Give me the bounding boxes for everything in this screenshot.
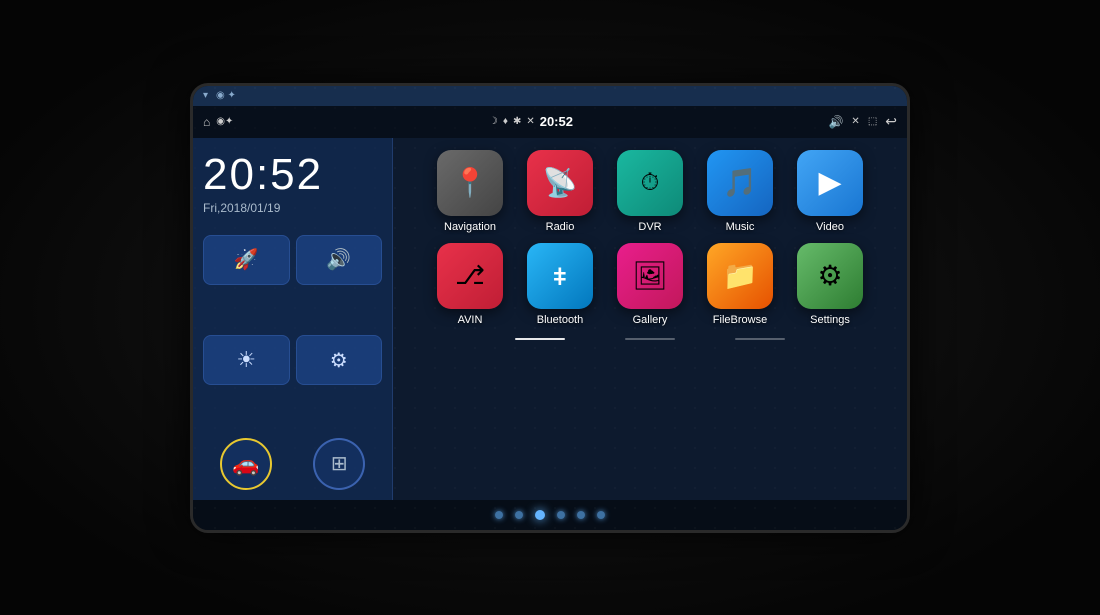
indicator-dot-1 <box>495 511 503 519</box>
app-radio[interactable]: 📡 Radio <box>520 150 600 233</box>
app-dvr[interactable]: ⏱ DVR <box>610 150 690 233</box>
dvr-icon-bg: ⏱ <box>617 150 683 216</box>
app-avin[interactable]: ⎇ AVIN <box>430 243 510 326</box>
filebrowse-icon-bg: 📁 <box>707 243 773 309</box>
rocket-icon: 🚀 <box>234 247 259 272</box>
apps-row-1: 📍 Navigation 📡 Radio ⏱ <box>403 150 897 233</box>
chevron-down-icon: ▾ <box>203 90 208 101</box>
moon-icon: ☽ <box>489 116 498 127</box>
app-gallery[interactable]: 🖼 Gallery <box>610 243 690 326</box>
status-time: 20:52 <box>540 114 573 129</box>
app-bluetooth[interactable]: ⧧ Bluetooth <box>520 243 600 326</box>
clock-date: Fri,2018/01/19 <box>203 201 382 215</box>
sun-icon: ☀ <box>236 347 256 373</box>
video-play-icon: ▶ <box>818 165 841 200</box>
settings-icon-bg: ⚙ <box>797 243 863 309</box>
equalizer-icon: ⚙ <box>330 348 348 373</box>
app-navigation[interactable]: 📍 Navigation <box>430 150 510 233</box>
app-video[interactable]: ▶ Video <box>790 150 870 233</box>
indicator-dot-2 <box>515 511 523 519</box>
app-music[interactable]: 🎵 Music <box>700 150 780 233</box>
screen: ▾ ◉ ✦ ⌂ ◉✦ ☽ ♦ ✱ ✕ 20:52 🔊 ✕ <box>193 86 907 530</box>
app-settings[interactable]: ⚙ Settings <box>790 243 870 326</box>
status-notif-icons: ◉ ✦ <box>216 90 236 101</box>
screen-bezel: ▾ ◉ ✦ ⌂ ◉✦ ☽ ♦ ✱ ✕ 20:52 🔊 ✕ <box>190 83 910 533</box>
notification-bar[interactable]: ▾ ◉ ✦ <box>193 86 907 106</box>
apps-button[interactable]: ⊞ <box>313 438 365 490</box>
status-bar: ⌂ ◉✦ ☽ ♦ ✱ ✕ 20:52 🔊 ✕ ⬚ ↩ <box>193 106 907 138</box>
navigation-label: Navigation <box>444 221 496 233</box>
volume-icon[interactable]: 🔊 <box>828 115 843 129</box>
radio-icon-bg: 📡 <box>527 150 593 216</box>
main-content: 20:52 Fri,2018/01/19 🚀 🔊 ☀ <box>193 138 907 500</box>
indicator-strip <box>193 500 907 530</box>
filebrowse-label: FileBrowse <box>713 314 767 326</box>
dvr-label: DVR <box>638 221 661 233</box>
video-icon-bg: ▶ <box>797 150 863 216</box>
signal-icon: ✕ <box>526 116 534 127</box>
page-dot-inactive-2 <box>735 338 785 340</box>
radio-icon: 📡 <box>543 166 578 199</box>
indicator-dot-6 <box>597 511 605 519</box>
bluetooth-status-icon: ✱ <box>513 116 521 127</box>
rocket-button[interactable]: 🚀 <box>203 235 290 285</box>
music-icon: 🎵 <box>723 166 758 199</box>
settings-label: Settings <box>810 314 850 326</box>
dvr-icon: ⏱ <box>641 169 660 197</box>
right-panel: 📍 Navigation 📡 Radio ⏱ <box>393 138 907 500</box>
status-dot-icon: ◉✦ <box>216 116 233 127</box>
navigation-icon-bg: 📍 <box>437 150 503 216</box>
music-label: Music <box>726 221 755 233</box>
page-dot-inactive <box>625 338 675 340</box>
apps-row-2: ⎇ AVIN ⧧ Bluetooth 🖼 <box>403 243 897 326</box>
navigation-icon: 📍 <box>453 166 488 199</box>
status-left: ⌂ ◉✦ <box>203 115 233 129</box>
bluetooth-label: Bluetooth <box>537 314 583 326</box>
gallery-label: Gallery <box>633 314 668 326</box>
location-icon: ♦ <box>503 116 508 127</box>
video-label: Video <box>816 221 844 233</box>
home-icon[interactable]: ⌂ <box>203 115 210 129</box>
left-panel: 20:52 Fri,2018/01/19 🚀 🔊 ☀ <box>193 138 393 500</box>
equalizer-button[interactable]: ⚙ <box>296 335 383 385</box>
gear-icon: ⚙ <box>817 259 842 292</box>
controls-grid: 🚀 🔊 ☀ ⚙ <box>203 235 382 430</box>
gallery-icon-bg: 🖼 <box>617 243 683 309</box>
car-icon: 🚗 <box>232 451 259 477</box>
gallery-icon: 🖼 <box>632 259 668 292</box>
bluetooth-icon: ⧧ <box>553 260 566 292</box>
grid-icon: ⊞ <box>331 451 348 476</box>
clock-time: 20:52 <box>203 153 382 197</box>
radio-label: Radio <box>546 221 575 233</box>
folder-icon: 📁 <box>723 259 758 292</box>
bottom-controls: 🚗 ⊞ <box>203 438 382 490</box>
brightness-button[interactable]: ☀ <box>203 335 290 385</box>
app-filebrowse[interactable]: 📁 FileBrowse <box>700 243 780 326</box>
bluetooth-icon-bg: ⧧ <box>527 243 593 309</box>
avin-icon-bg: ⎇ <box>437 243 503 309</box>
volume-button[interactable]: 🔊 <box>296 235 383 285</box>
speaker-icon: 🔊 <box>326 247 351 272</box>
indicator-dot-3 <box>535 510 545 520</box>
car-surround: ▾ ◉ ✦ ⌂ ◉✦ ☽ ♦ ✱ ✕ 20:52 🔊 ✕ <box>0 0 1100 615</box>
indicator-dot-4 <box>557 511 565 519</box>
status-center: ☽ ♦ ✱ ✕ 20:52 <box>489 114 573 129</box>
avin-label: AVIN <box>458 314 483 326</box>
back-icon[interactable]: ↩ <box>885 113 897 130</box>
avin-icon: ⎇ <box>455 260 485 291</box>
clock-section: 20:52 Fri,2018/01/19 <box>203 148 382 225</box>
page-dot-active <box>515 338 565 340</box>
close-icon: ✕ <box>851 116 859 127</box>
status-right: 🔊 ✕ ⬚ ↩ <box>828 113 897 130</box>
music-icon-bg: 🎵 <box>707 150 773 216</box>
window-icon: ⬚ <box>868 116 877 127</box>
page-indicator <box>403 338 897 340</box>
car-button[interactable]: 🚗 <box>220 438 272 490</box>
indicator-dot-5 <box>577 511 585 519</box>
